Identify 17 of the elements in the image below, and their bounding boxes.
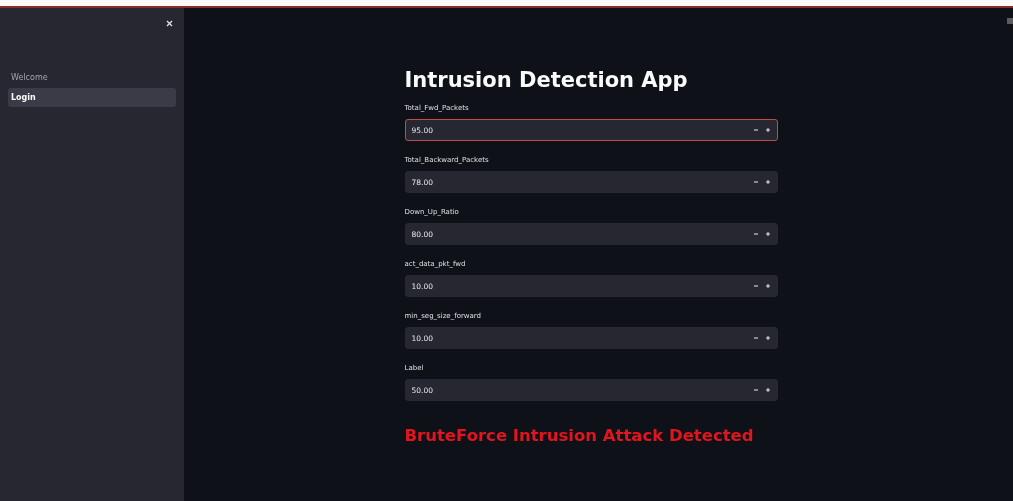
minus-icon <box>752 179 759 185</box>
minus-icon <box>752 127 759 133</box>
plus-icon <box>764 231 771 237</box>
minus-icon <box>752 335 759 341</box>
plus-icon <box>764 387 771 393</box>
sidebar-item[interactable]: Welcome <box>8 68 176 87</box>
plus-icon <box>764 335 771 341</box>
plus-icon <box>764 179 771 185</box>
plus-icon <box>764 283 771 289</box>
close-icon <box>165 19 173 27</box>
minus-icon <box>752 283 759 289</box>
plus-icon <box>764 127 771 133</box>
result-message: BruteForce Intrusion Attack Detected <box>404 426 755 445</box>
app-title: Intrusion Detection App <box>404 67 689 94</box>
sidebar-item[interactable]: Login <box>8 88 176 107</box>
minus-icon <box>752 231 759 237</box>
minus-icon <box>752 387 759 393</box>
